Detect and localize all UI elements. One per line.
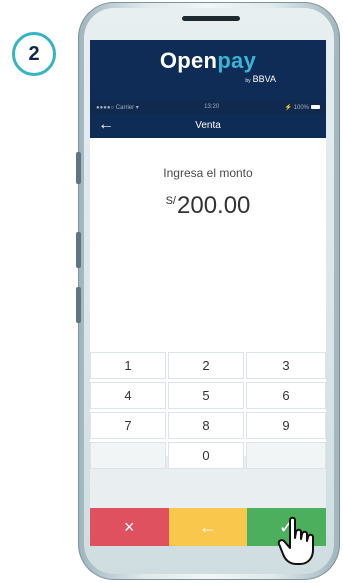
app-screen: Openpay by BBVA ●●●●○ Carrier ▾ 13:20 ⚡ 1… <box>90 40 326 546</box>
key-6[interactable]: 6 <box>246 382 326 409</box>
battery-label: ⚡ 100% <box>284 104 309 111</box>
backspace-arrow-icon: ← <box>198 516 217 537</box>
key-9[interactable]: 9 <box>246 412 326 439</box>
key-4[interactable]: 4 <box>90 382 166 409</box>
key-8[interactable]: 8 <box>168 412 244 439</box>
volume-button <box>76 152 81 184</box>
status-time: 13:20 <box>204 104 220 110</box>
step-number-badge: 2 <box>12 32 56 76</box>
battery-icon <box>311 104 320 109</box>
phone-device: Openpay by BBVA ●●●●○ Carrier ▾ 13:20 ⚡ 1… <box>76 2 340 580</box>
carrier-signal: ●●●●○ Carrier ▾ <box>96 104 139 111</box>
pointing-hand-icon <box>277 516 314 565</box>
battery-indicator: ⚡ 100% <box>285 104 320 111</box>
key-0[interactable]: 0 <box>168 442 244 469</box>
cancel-button[interactable]: × <box>90 508 169 546</box>
amount-prompt: Ingresa el monto <box>163 166 253 180</box>
brand-header: Openpay by BBVA <box>90 40 326 100</box>
step-number: 2 <box>28 42 40 65</box>
logo-pay: pay <box>217 48 257 73</box>
bbva-by: by <box>245 78 251 84</box>
volume-button-lower <box>76 232 81 268</box>
speaker-grille <box>182 16 240 21</box>
key-7[interactable]: 7 <box>90 412 166 439</box>
amount-display: S/200.00 <box>90 192 326 220</box>
key-2[interactable]: 2 <box>168 352 244 379</box>
delete-button[interactable]: ← <box>168 508 248 546</box>
amount-value: 200.00 <box>177 192 251 219</box>
nav-bar: ← Venta <box>90 114 326 138</box>
bbva-logo: by BBVA <box>245 74 276 84</box>
key-1[interactable]: 1 <box>90 352 166 379</box>
close-icon: × <box>124 516 135 537</box>
key-blank-left <box>90 442 166 469</box>
key-3[interactable]: 3 <box>246 352 326 379</box>
key-5[interactable]: 5 <box>168 382 244 409</box>
currency-symbol: S/ <box>165 195 176 207</box>
power-button <box>76 287 81 323</box>
status-bar: ●●●●○ Carrier ▾ 13:20 ⚡ 100% <box>90 100 326 114</box>
openpay-logo: Openpay <box>90 48 326 74</box>
page-title: Venta <box>195 120 221 131</box>
logo-open: Open <box>159 48 218 73</box>
bbva-text: BBVA <box>252 74 276 84</box>
key-blank-right <box>246 442 326 469</box>
